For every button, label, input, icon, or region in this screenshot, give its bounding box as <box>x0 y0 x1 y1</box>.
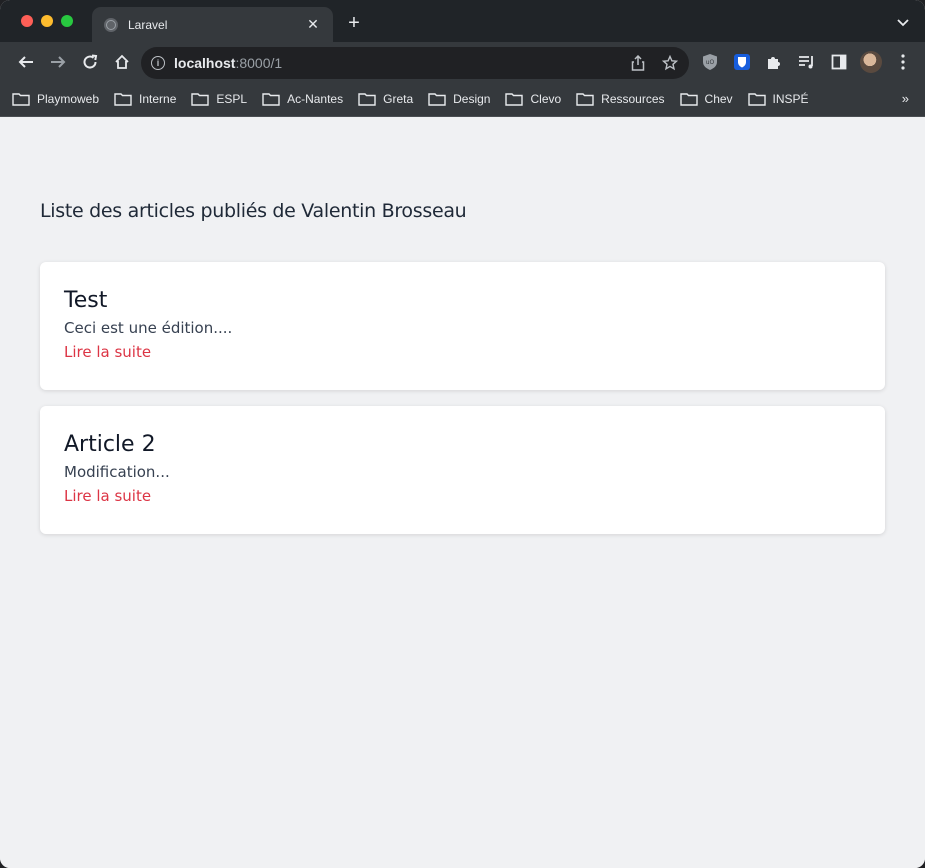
article-excerpt: Ceci est une édition.... <box>64 319 233 337</box>
folder-icon <box>358 92 376 106</box>
tab-strip: Laravel ✕ + <box>0 0 925 42</box>
bookmark-folder-design[interactable]: Design <box>428 92 490 106</box>
media-queue-icon[interactable] <box>795 50 819 74</box>
reload-button[interactable] <box>74 46 106 78</box>
window-controls <box>21 15 73 27</box>
kebab-menu-icon[interactable] <box>891 50 915 74</box>
bookmark-folder-clevo[interactable]: Clevo <box>505 92 561 106</box>
forward-button[interactable] <box>42 46 74 78</box>
bitwarden-extension-icon[interactable] <box>730 50 754 74</box>
bookmark-folder-chev[interactable]: Chev <box>679 92 733 106</box>
close-window-button[interactable] <box>21 15 33 27</box>
arrow-right-icon <box>51 56 66 68</box>
minimize-window-button[interactable] <box>41 15 53 27</box>
article-card: Test Ceci est une édition.... Lire la su… <box>40 262 885 390</box>
reload-icon <box>83 54 98 69</box>
bookmark-star-icon[interactable] <box>661 54 679 72</box>
article-title: Article 2 <box>64 432 156 457</box>
url-host: localhost <box>174 55 236 71</box>
bookmarks-bar: Playmoweb Interne ESPL Ac-Nantes Greta D… <box>0 82 925 117</box>
read-more-link[interactable]: Lire la suite <box>64 343 151 361</box>
folder-icon <box>747 92 766 106</box>
folder-icon <box>12 92 30 106</box>
share-icon[interactable] <box>629 54 647 72</box>
tab-title: Laravel <box>128 17 168 32</box>
more-bookmarks-button[interactable]: » <box>902 91 909 106</box>
article-title: Test <box>64 288 108 313</box>
page-content: Liste des articles publiés de Valentin B… <box>0 117 925 868</box>
globe-icon <box>104 17 118 32</box>
bookmark-folder-greta[interactable]: Greta <box>358 92 413 106</box>
toolbar: i localhost:8000/1 uO <box>0 42 925 82</box>
bookmark-folder-playmoweb[interactable]: Playmoweb <box>12 92 99 106</box>
folder-icon <box>576 92 594 106</box>
back-button[interactable] <box>10 46 42 78</box>
maximize-window-button[interactable] <box>61 15 73 27</box>
bookmark-folder-espl[interactable]: ESPL <box>191 92 247 106</box>
page-title: Liste des articles publiés de Valentin B… <box>40 200 467 222</box>
bookmark-folder-ressources[interactable]: Ressources <box>576 92 665 106</box>
tab-laravel[interactable]: Laravel ✕ <box>92 7 333 42</box>
svg-text:uO: uO <box>706 59 715 66</box>
folder-icon <box>679 92 698 106</box>
close-tab-icon[interactable]: ✕ <box>305 16 321 33</box>
bookmark-folder-inspe[interactable]: INSPÉ <box>747 92 809 106</box>
article-card: Article 2 Modification... Lire la suite <box>40 406 885 534</box>
home-button[interactable] <box>106 46 138 78</box>
address-bar[interactable]: i localhost:8000/1 <box>141 47 689 79</box>
read-more-link[interactable]: Lire la suite <box>64 487 151 505</box>
folder-icon <box>505 92 524 106</box>
home-icon <box>115 54 129 69</box>
chevron-down-icon[interactable] <box>897 16 909 28</box>
folder-icon <box>114 92 132 106</box>
side-panel-icon[interactable] <box>827 50 851 74</box>
profile-avatar[interactable] <box>859 50 883 74</box>
browser-window: Laravel ✕ + i localhost:8000/1 uO Playm… <box>0 0 925 868</box>
new-tab-button[interactable]: + <box>344 13 364 33</box>
bookmark-folder-interne[interactable]: Interne <box>114 92 176 106</box>
bookmark-folder-ac-nantes[interactable]: Ac-Nantes <box>262 92 343 106</box>
info-icon[interactable]: i <box>151 56 165 70</box>
url-path: :8000/1 <box>235 55 283 71</box>
arrow-left-icon <box>18 56 33 68</box>
ublock-extension-icon[interactable]: uO <box>698 50 722 74</box>
folder-icon <box>262 92 280 106</box>
folder-icon <box>191 92 210 106</box>
folder-icon <box>428 92 446 106</box>
article-excerpt: Modification... <box>64 463 170 481</box>
puzzle-icon[interactable] <box>762 50 786 74</box>
